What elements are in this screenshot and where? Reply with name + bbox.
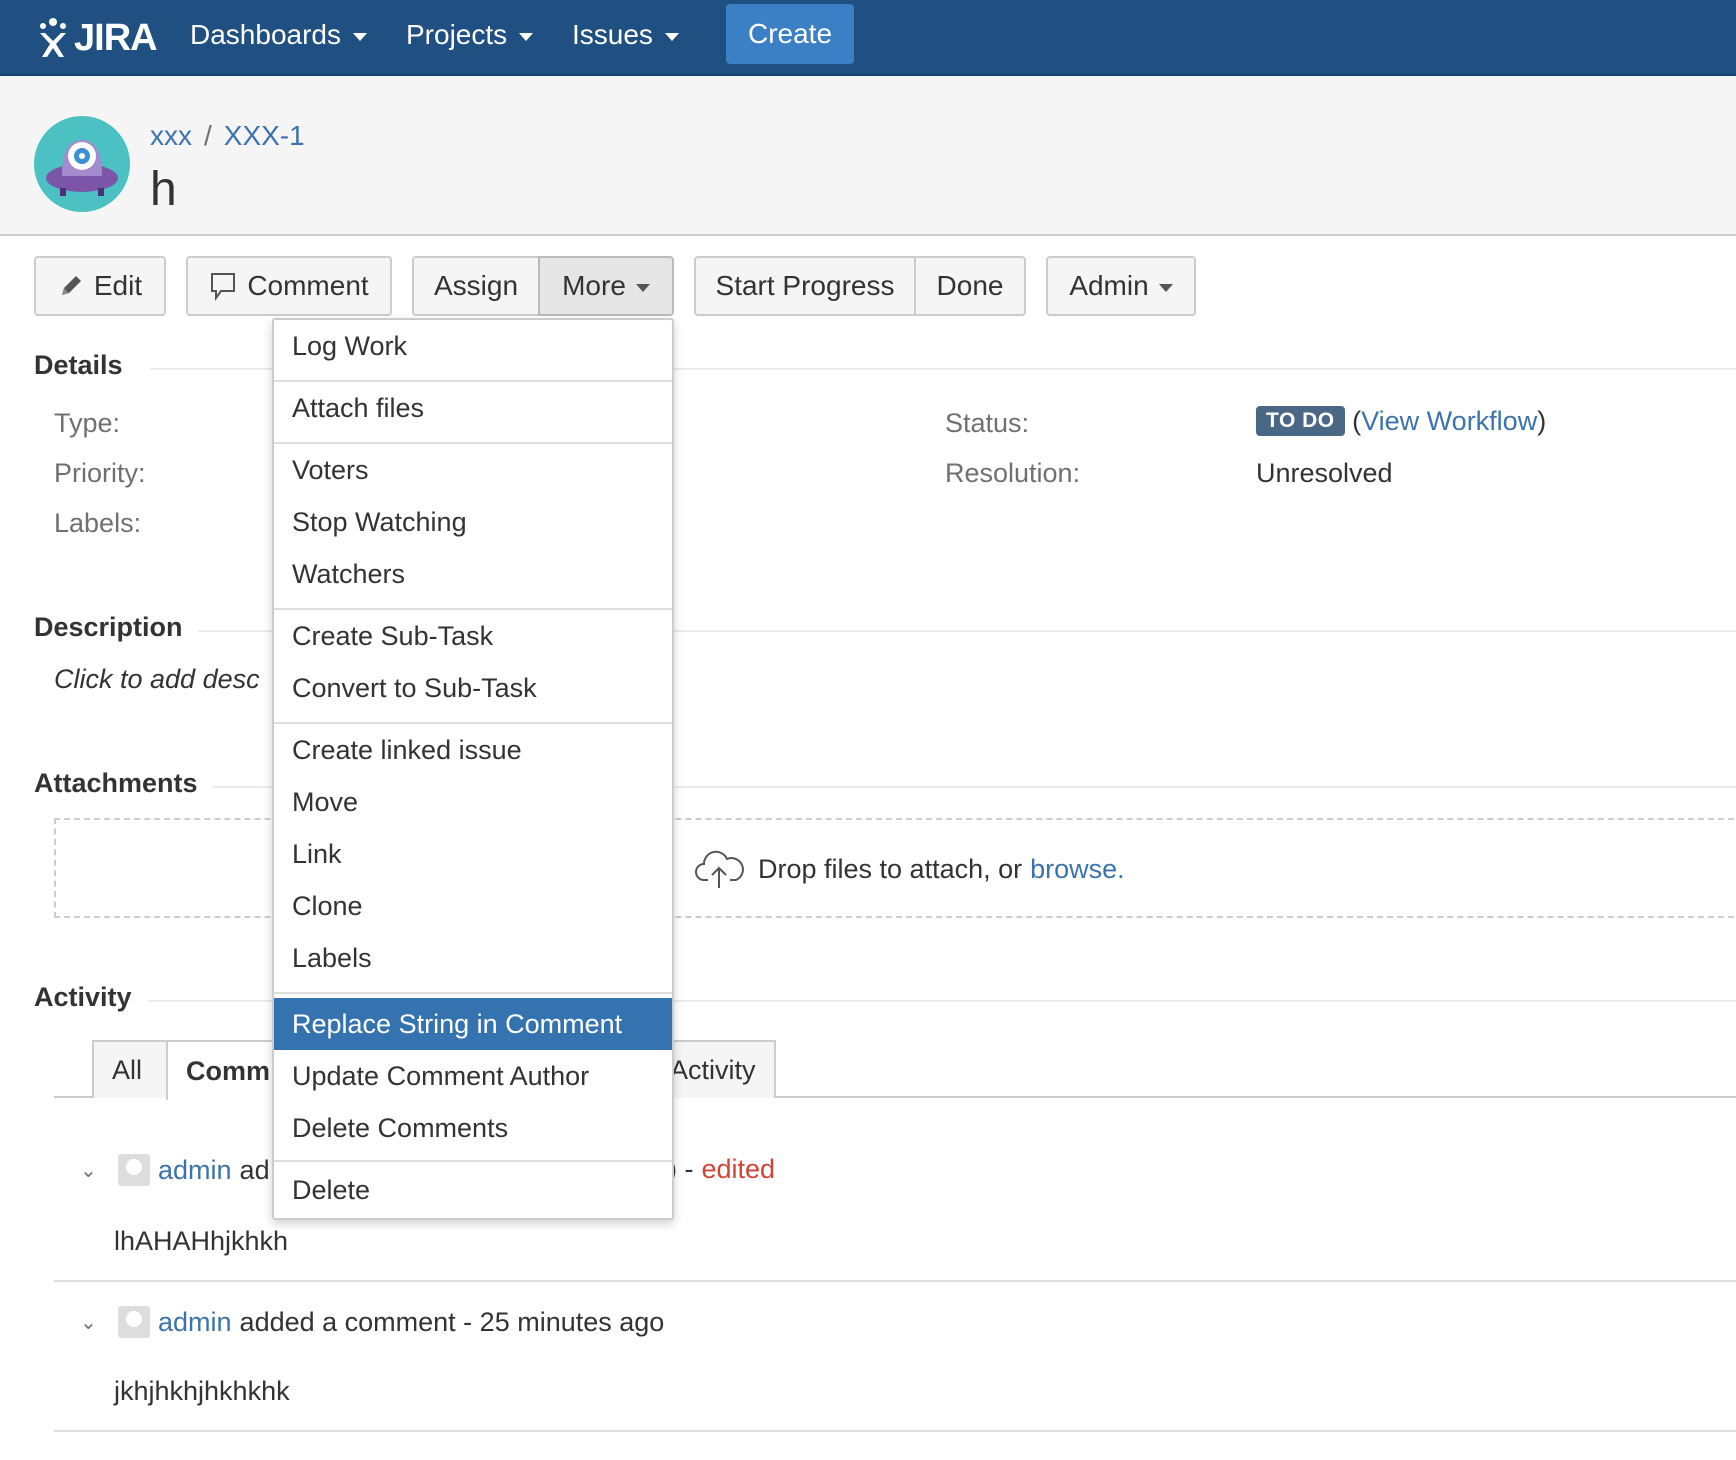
start-progress-button[interactable]: Start Progress	[694, 256, 916, 316]
more-label: More	[562, 270, 626, 301]
activity-heading: Activity	[34, 982, 132, 1012]
chevron-down-icon	[1158, 284, 1173, 292]
nav-issues-label: Issues	[572, 19, 653, 50]
labels-label: Labels:	[54, 508, 142, 538]
chevron-down-icon	[519, 33, 534, 41]
menu-item-replace-string-in-comment[interactable]: Replace String in Comment	[274, 998, 672, 1050]
resolution-label: Resolution:	[945, 458, 1081, 488]
breadcrumb: xxx / XXX-1	[150, 120, 305, 152]
more-actions-dropdown: Log Work Attach files Voters Stop Watchi…	[272, 318, 674, 1220]
comment-divider	[54, 1430, 1736, 1432]
browse-link[interactable]: browse.	[1030, 854, 1125, 885]
logo-text: JIRA	[74, 16, 158, 59]
chevron-down-icon	[664, 33, 679, 41]
menu-item-create-sub-task[interactable]: Create Sub-Task	[274, 610, 672, 662]
view-workflow-link[interactable]: View Workflow	[1361, 406, 1537, 436]
pencil-icon	[61, 276, 81, 295]
assign-button[interactable]: Assign	[412, 256, 540, 316]
menu-item-watchers[interactable]: Watchers	[274, 548, 672, 600]
nav-dashboards[interactable]: Dashboards	[190, 0, 367, 70]
nav-projects[interactable]: Projects	[406, 0, 534, 70]
comment-author-link[interactable]: admin	[158, 1155, 232, 1186]
cloud-upload-icon	[695, 850, 744, 888]
drop-files-text: Drop files to attach, or	[758, 853, 1023, 884]
create-button[interactable]: Create	[726, 4, 854, 64]
project-avatar-icon[interactable]	[34, 116, 130, 212]
attachments-heading: Attachments	[34, 768, 198, 798]
status-badge: TO DO	[1256, 406, 1345, 436]
menu-separator	[274, 992, 672, 994]
comment-header: ⌄ admin added a comment - 25 minutes ago	[80, 1306, 664, 1338]
menu-item-voters[interactable]: Voters	[274, 444, 672, 496]
menu-item-convert-to-sub-task[interactable]: Convert to Sub-Task	[274, 662, 672, 714]
chevron-down-icon	[635, 284, 650, 292]
jira-logo-icon	[40, 18, 66, 57]
breadcrumb-project-link[interactable]: xxx	[150, 120, 192, 152]
done-label: Done	[936, 270, 1004, 301]
dropzone-text: Drop files to attach, or browse.	[694, 848, 1125, 890]
comment-label: Comment	[247, 270, 369, 301]
comment-body: lhAHAHhjkhkh	[114, 1226, 289, 1256]
view-workflow-open-paren: (	[1352, 406, 1362, 436]
tab-all[interactable]: All	[92, 1040, 168, 1098]
menu-item-delete-comments[interactable]: Delete Comments	[274, 1102, 672, 1154]
jira-logo[interactable]: JIRA	[36, 10, 158, 66]
admin-button[interactable]: Admin	[1046, 256, 1196, 316]
edited-label[interactable]: edited	[701, 1154, 775, 1185]
menu-item-delete[interactable]: Delete	[274, 1164, 672, 1216]
assign-label: Assign	[433, 270, 519, 301]
menu-item-attach-files[interactable]: Attach files	[274, 382, 672, 434]
issue-header: xxx / XXX-1 h	[0, 76, 1736, 236]
comment-button[interactable]: Comment	[186, 256, 392, 316]
description-heading: Description	[34, 612, 183, 642]
admin-label: Admin	[1069, 270, 1149, 301]
collapse-chevron-icon[interactable]: ⌄	[80, 1310, 110, 1335]
comment-action-text: added a comment - 25 minutes ago	[239, 1306, 665, 1337]
menu-item-stop-watching[interactable]: Stop Watching	[274, 496, 672, 548]
menu-item-log-work[interactable]: Log Work	[274, 320, 672, 372]
breadcrumb-issue-key-link[interactable]: XXX-1	[224, 120, 305, 152]
breadcrumb-separator: /	[204, 120, 212, 151]
user-avatar	[118, 1154, 150, 1186]
nav-dashboards-label: Dashboards	[190, 19, 341, 50]
menu-item-update-comment-author[interactable]: Update Comment Author	[274, 1050, 672, 1102]
more-button[interactable]: More	[538, 256, 674, 316]
view-workflow-close-paren: )	[1537, 406, 1547, 436]
comment-header: ⌄ admin ad	[80, 1154, 270, 1186]
start-progress-label: Start Progress	[715, 270, 895, 301]
description-placeholder[interactable]: Click to add desc	[54, 664, 260, 695]
details-heading: Details	[34, 350, 123, 380]
type-label: Type:	[54, 408, 121, 438]
menu-item-clone[interactable]: Clone	[274, 880, 672, 932]
comment-author-link[interactable]: admin	[158, 1307, 232, 1338]
issue-summary-title[interactable]: h	[150, 162, 177, 217]
top-navigation-bar: JIRA Dashboards Projects Issues Create	[0, 0, 1736, 76]
status-value: TO DO (View Workflow)	[1256, 406, 1546, 437]
comment-body: jkhjhkhjhkhkhk	[114, 1376, 290, 1406]
edit-label: Edit	[93, 270, 143, 301]
status-label: Status:	[945, 408, 1030, 438]
collapse-chevron-icon[interactable]: ⌄	[80, 1158, 110, 1183]
menu-item-labels[interactable]: Labels	[274, 932, 672, 984]
nav-projects-label: Projects	[406, 19, 508, 50]
user-avatar	[118, 1306, 150, 1338]
comment-divider	[54, 1280, 1736, 1282]
menu-separator	[274, 1160, 672, 1162]
edit-button[interactable]: Edit	[34, 256, 166, 316]
done-button[interactable]: Done	[914, 256, 1026, 316]
nav-issues[interactable]: Issues	[572, 0, 679, 70]
priority-label: Priority:	[54, 458, 146, 488]
comment-edited-status: ) - edited	[668, 1154, 775, 1185]
menu-item-move[interactable]: Move	[274, 776, 672, 828]
menu-item-link[interactable]: Link	[274, 828, 672, 880]
chevron-down-icon	[352, 33, 367, 41]
comment-action-text: ad	[239, 1154, 270, 1185]
menu-item-create-linked-issue[interactable]: Create linked issue	[274, 724, 672, 776]
resolution-value: Unresolved	[1256, 458, 1393, 488]
speech-bubble-icon	[211, 273, 236, 301]
